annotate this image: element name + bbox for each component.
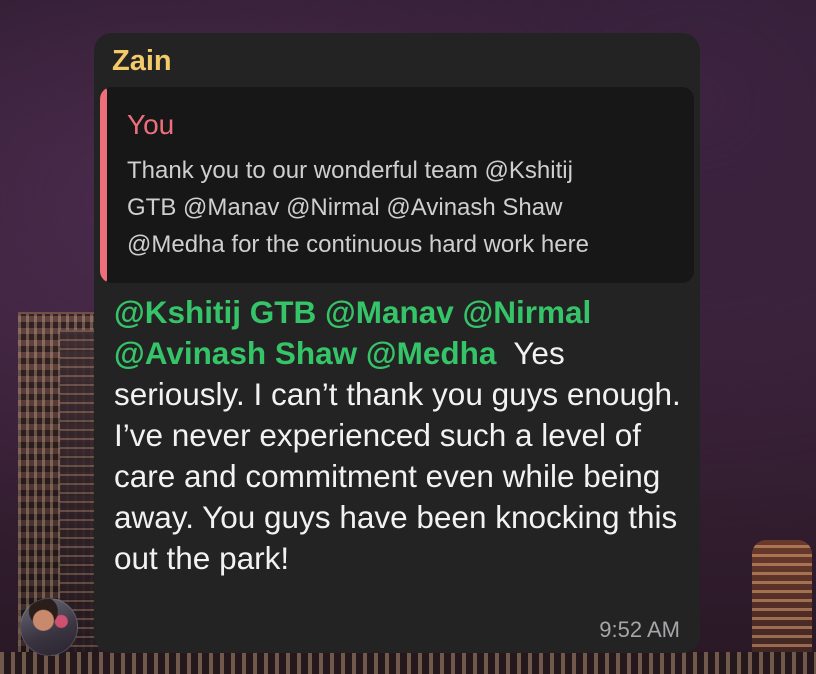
sender-avatar[interactable] xyxy=(20,598,78,656)
reply-line-3: @Medha for the continuous hard work here xyxy=(127,231,589,258)
mention-avinash-shaw[interactable]: @Avinash Shaw xyxy=(114,335,357,371)
message-text: @Kshitij GTB @Manav @Nirmal @Avinash Shaw… xyxy=(114,292,694,579)
mention-medha[interactable]: @Medha xyxy=(366,335,496,371)
reply-line-1: Thank you to our wonderful team @Kshitij xyxy=(127,157,573,184)
reply-quote[interactable]: You Thank you to our wonderful team @Ksh… xyxy=(100,87,694,283)
mention-nirmal[interactable]: @Nirmal xyxy=(463,294,592,330)
background-city-lights xyxy=(0,652,816,674)
sender-name[interactable]: Zain xyxy=(112,45,172,78)
reply-author: You xyxy=(127,109,175,140)
reply-text: Thank you to our wonderful team @Kshitij… xyxy=(127,152,687,263)
reply-line-2: GTB @Manav @Nirmal @Avinash Shaw xyxy=(127,194,563,221)
mention-manav[interactable]: @Manav xyxy=(325,294,454,330)
message-bubble[interactable]: Zain You Thank you to our wonderful team… xyxy=(94,33,700,653)
reply-accent-bar xyxy=(100,87,107,283)
message-time: 9:52 AM xyxy=(599,617,680,642)
mention-kshitij-gtb[interactable]: @Kshitij GTB xyxy=(114,294,316,330)
message-body: Yes seriously. I can’t thank you guys en… xyxy=(114,335,681,576)
